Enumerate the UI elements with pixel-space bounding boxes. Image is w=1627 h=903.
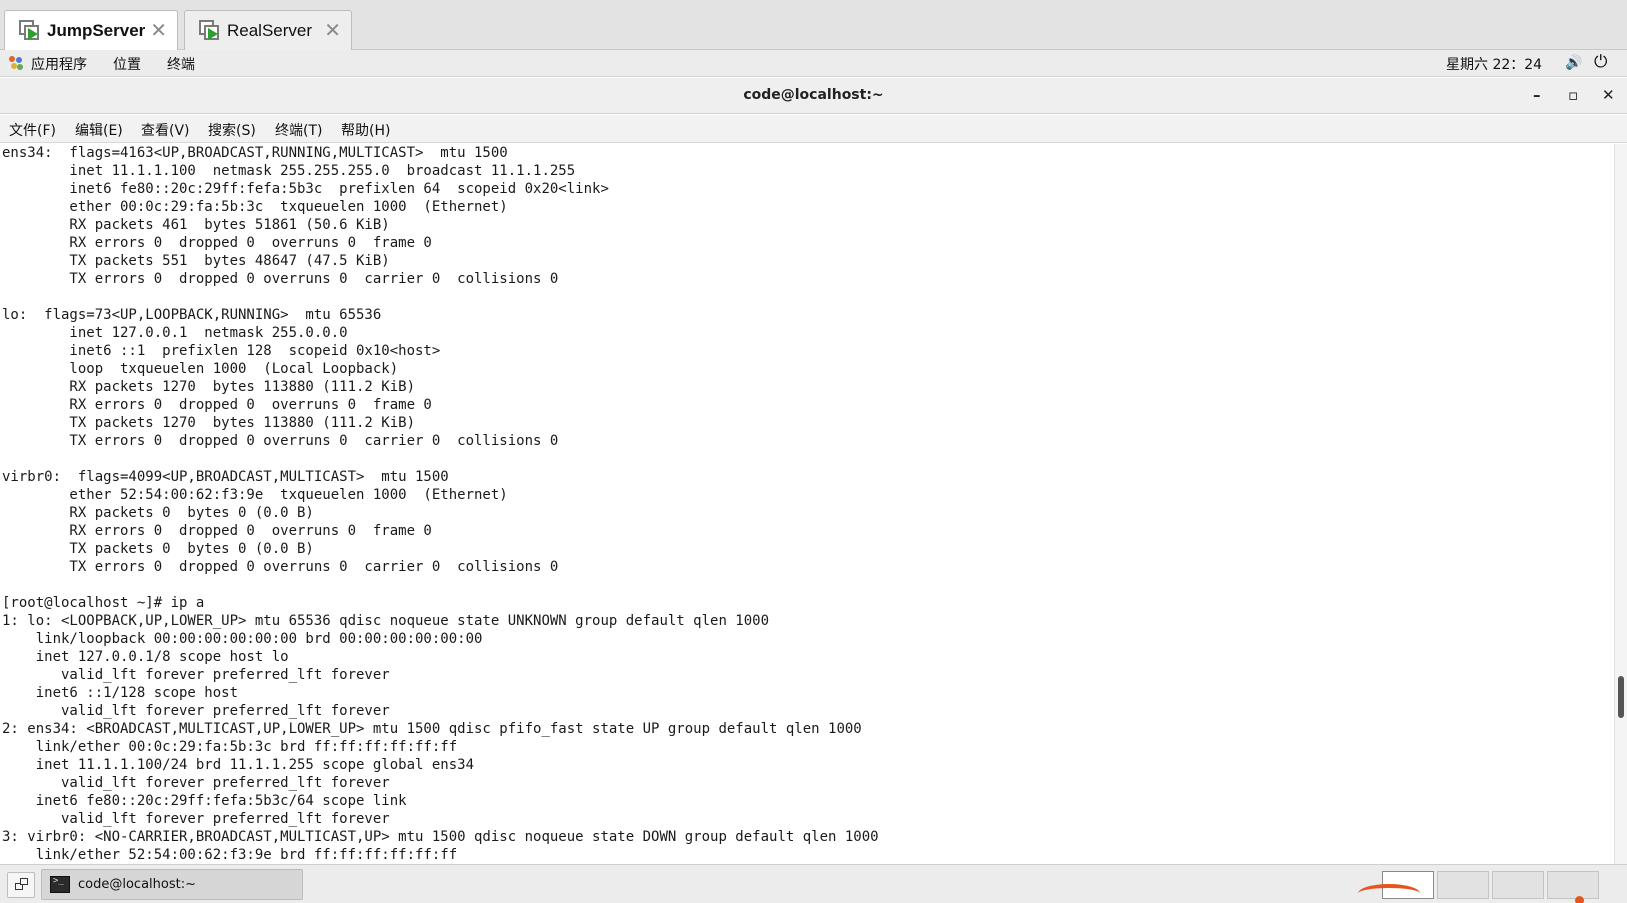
terminal-line: inet 127.0.0.1 netmask 255.0.0.0 <box>2 325 348 341</box>
terminal-line: inet 11.1.1.100/24 brd 11.1.1.255 scope … <box>2 757 475 773</box>
applications-icon <box>9 56 23 70</box>
volume-icon[interactable]: 🔊 <box>1565 55 1582 71</box>
terminal-line: 2: ens34: <BROADCAST,MULTICAST,UP,LOWER_… <box>2 721 862 737</box>
terminal-line: TX packets 1270 bytes 113880 (111.2 KiB) <box>2 415 416 431</box>
power-icon[interactable]: ⏻ <box>1594 52 1607 72</box>
terminal-line: RX errors 0 dropped 0 overruns 0 frame 0 <box>2 235 432 251</box>
terminal-menubar: 文件(F) 编辑(E) 查看(V) 搜索(S) 终端(T) 帮助(H) <box>0 115 1627 143</box>
terminal-line: TX errors 0 dropped 0 overruns 0 carrier… <box>2 271 559 287</box>
close-icon[interactable]: ✕ <box>150 20 167 40</box>
taskbar-item-label: code@localhost:~ <box>78 877 196 892</box>
brand-dot-icon <box>1575 896 1584 903</box>
terminal-line: ether 00:0c:29:fa:5b:3c txqueuelen 1000 … <box>2 199 508 215</box>
terminal-line: inet6 fe80::20c:29ff:fefa:5b3c prefixlen… <box>2 181 609 197</box>
terminal-line: valid_lft forever preferred_lft forever <box>2 703 390 719</box>
terminal-line: virbr0: flags=4099<UP,BROADCAST,MULTICAS… <box>2 469 449 485</box>
taskbar-item-terminal[interactable]: code@localhost:~ <box>41 869 303 900</box>
applications-menu[interactable]: 应用程序 <box>31 54 87 74</box>
workspace-4[interactable] <box>1547 871 1599 899</box>
terminal-line: RX errors 0 dropped 0 overruns 0 frame 0 <box>2 523 432 539</box>
workspace-3[interactable] <box>1492 871 1544 899</box>
terminal-line: valid_lft forever preferred_lft forever <box>2 667 390 683</box>
scrollbar-thumb[interactable] <box>1618 676 1624 718</box>
places-menu[interactable]: 位置 <box>113 54 141 74</box>
menu-search[interactable]: 搜索(S) <box>208 120 256 140</box>
close-button[interactable]: ✕ <box>1602 86 1615 104</box>
menu-file[interactable]: 文件(F) <box>9 120 56 140</box>
terminal-line: valid_lft forever preferred_lft forever <box>2 811 390 827</box>
window-title: code@localhost:~ <box>743 87 884 103</box>
terminal-line: 3: virbr0: <NO-CARRIER,BROADCAST,MULTICA… <box>2 829 879 845</box>
terminal-line: inet6 ::1/128 scope host <box>2 685 239 701</box>
terminal-line: RX errors 0 dropped 0 overruns 0 frame 0 <box>2 397 432 413</box>
show-desktop-button[interactable] <box>7 872 35 898</box>
terminal-line: TX packets 551 bytes 48647 (47.5 KiB) <box>2 253 390 269</box>
terminal-line: 1: lo: <LOOPBACK,UP,LOWER_UP> mtu 65536 … <box>2 613 770 629</box>
terminal-line: inet6 fe80::20c:29ff:fefa:5b3c/64 scope … <box>2 793 407 809</box>
terminal-line: ether 52:54:00:62:f3:9e txqueuelen 1000 … <box>2 487 508 503</box>
terminal-line: TX packets 0 bytes 0 (0.0 B) <box>2 541 314 557</box>
terminal-line: link/loopback 00:00:00:00:00:00 brd 00:0… <box>2 631 483 647</box>
vm-tab-label: RealServer <box>227 20 313 40</box>
brand-swoosh-icon <box>1358 884 1420 903</box>
terminal-line: loop txqueuelen 1000 (Local Loopback) <box>2 361 399 377</box>
terminal-line: valid_lft forever preferred_lft forever <box>2 775 390 791</box>
menu-terminal[interactable]: 终端(T) <box>275 120 322 140</box>
vm-icon <box>199 19 221 42</box>
terminal-menu[interactable]: 终端 <box>167 54 195 74</box>
terminal-scrollbar[interactable] <box>1614 144 1627 864</box>
menu-help[interactable]: 帮助(H) <box>341 120 390 140</box>
terminal-line: link/ether 52:54:00:62:f3:9e brd ff:ff:f… <box>2 847 458 863</box>
menu-view[interactable]: 查看(V) <box>141 120 190 140</box>
vm-tab-bar: JumpServer ✕ RealServer ✕ <box>0 0 1627 50</box>
clock[interactable]: 星期六 22：24 <box>1446 54 1542 74</box>
vm-tab-label: JumpServer <box>47 20 146 40</box>
window-titlebar[interactable]: code@localhost:~ – ▫ ✕ <box>0 78 1627 114</box>
close-icon[interactable]: ✕ <box>324 20 341 40</box>
terminal-line: inet 11.1.1.100 netmask 255.255.255.0 br… <box>2 163 576 179</box>
terminal-area[interactable]: ens34: flags=4163<UP,BROADCAST,RUNNING,M… <box>0 144 1614 864</box>
terminal-output: ens34: flags=4163<UP,BROADCAST,RUNNING,M… <box>2 144 879 864</box>
terminal-line: TX errors 0 dropped 0 overruns 0 carrier… <box>2 559 559 575</box>
vm-icon <box>19 19 41 42</box>
terminal-line: TX errors 0 dropped 0 overruns 0 carrier… <box>2 433 559 449</box>
minimize-button[interactable]: – <box>1533 86 1541 104</box>
terminal-line: RX packets 1270 bytes 113880 (111.2 KiB) <box>2 379 416 395</box>
vm-tab-jumpserver[interactable]: JumpServer ✕ <box>4 10 178 50</box>
workspace-2[interactable] <box>1437 871 1489 899</box>
terminal-line: lo: flags=73<UP,LOOPBACK,RUNNING> mtu 65… <box>2 307 382 323</box>
terminal-line: [root@localhost ~]# ip a <box>2 595 205 611</box>
vm-tab-realserver[interactable]: RealServer ✕ <box>184 10 352 50</box>
top-panel: 应用程序 位置 终端 星期六 22：24 🔊 ⏻ <box>0 50 1627 77</box>
terminal-line: inet6 ::1 prefixlen 128 scopeid 0x10<hos… <box>2 343 441 359</box>
terminal-line: ens34: flags=4163<UP,BROADCAST,RUNNING,M… <box>2 145 508 161</box>
terminal-line: link/ether 00:0c:29:fa:5b:3c brd ff:ff:f… <box>2 739 458 755</box>
maximize-button[interactable]: ▫ <box>1568 86 1578 104</box>
menu-edit[interactable]: 编辑(E) <box>75 120 123 140</box>
terminal-line: RX packets 0 bytes 0 (0.0 B) <box>2 505 314 521</box>
terminal-icon <box>50 876 70 893</box>
terminal-line: inet 127.0.0.1/8 scope host lo <box>2 649 289 665</box>
terminal-line: RX packets 461 bytes 51861 (50.6 KiB) <box>2 217 390 233</box>
